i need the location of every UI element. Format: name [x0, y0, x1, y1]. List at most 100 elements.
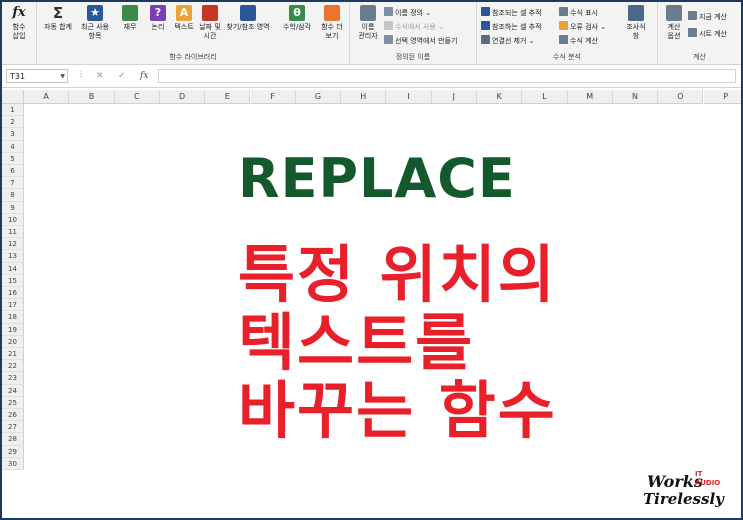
row-header-29[interactable]: 29: [2, 445, 24, 458]
financial-button[interactable]: 재무: [115, 5, 145, 32]
row-header-17[interactable]: 17: [2, 299, 24, 312]
column-header-g[interactable]: G: [295, 90, 342, 104]
row-header-16[interactable]: 16: [2, 287, 24, 300]
column-header-n[interactable]: N: [612, 90, 659, 104]
row-header-1[interactable]: 1: [2, 104, 24, 117]
formula-input[interactable]: [158, 69, 736, 83]
watch-window-button[interactable]: 조사식 창: [621, 5, 651, 41]
formulas-ribbon: fx 함수 삽입 Σ 자동 합계 ★ 최근 사용 항목 재무 ? 논리 A 텍스…: [2, 2, 741, 65]
column-header-b[interactable]: B: [69, 90, 115, 104]
row-header-5[interactable]: 5: [2, 152, 24, 165]
logo-tirelessly: Tirelessly: [643, 490, 724, 508]
insert-function-label-2: 삽입: [12, 32, 26, 40]
row-header-12[interactable]: 12: [2, 238, 24, 251]
row-header-10[interactable]: 10: [2, 213, 24, 226]
column-header-a[interactable]: A: [24, 90, 70, 104]
date-time-button[interactable]: 날짜 및 시간: [195, 5, 225, 41]
datetime-label: 날짜 및: [199, 23, 221, 31]
more-functions-icon: [324, 5, 340, 21]
row-header-18[interactable]: 18: [2, 311, 24, 324]
name-manager-label-2: 관리자: [358, 32, 378, 40]
text-a-icon: A: [176, 5, 192, 21]
lookup-reference-button[interactable]: 찾기/참조 영역: [223, 5, 273, 32]
name-manager-button[interactable]: 이름 관리자: [353, 5, 383, 41]
tag-icon: [384, 7, 393, 16]
row-header-22[interactable]: 22: [2, 360, 24, 373]
sigma-icon: Σ: [52, 4, 64, 22]
insert-function-button[interactable]: fx 함수 삽입: [4, 5, 34, 41]
row-header-8[interactable]: 8: [2, 189, 24, 202]
name-manager-label: 이름: [361, 23, 375, 31]
use-in-formula-button[interactable]: 수식에서 사용 ⌄: [384, 21, 444, 32]
column-header-j[interactable]: J: [431, 90, 477, 104]
financial-label: 재무: [123, 23, 137, 31]
calc-options-label: 계산: [667, 23, 681, 31]
row-header-3[interactable]: 3: [2, 128, 24, 141]
column-header-c[interactable]: C: [114, 90, 160, 104]
formula-bar-grip-icon[interactable]: ⋮: [77, 69, 85, 78]
column-header-m[interactable]: M: [567, 90, 613, 104]
row-header-26[interactable]: 26: [2, 409, 24, 422]
row-header-30[interactable]: 30: [2, 457, 24, 470]
insert-function-fx-button[interactable]: fx: [140, 69, 148, 83]
row-header-2[interactable]: 2: [2, 116, 24, 129]
show-formulas-button[interactable]: 수식 표시: [559, 7, 598, 18]
trace-precedents-button[interactable]: 참조되는 셀 추적: [481, 7, 542, 18]
remove-arrows-button[interactable]: 연결선 제거 ⌄: [481, 35, 535, 46]
fx-icon: fx: [12, 5, 26, 20]
row-header-13[interactable]: 13: [2, 250, 24, 263]
lookup-label: 찾기/참조 영역: [226, 23, 270, 31]
define-name-button[interactable]: 이름 정의 ⌄: [384, 7, 431, 18]
more-label: 함수 더: [321, 23, 343, 31]
autosum-button[interactable]: Σ 자동 합계: [41, 5, 75, 32]
row-header-27[interactable]: 27: [2, 421, 24, 434]
row-header-21[interactable]: 21: [2, 348, 24, 361]
row-header-20[interactable]: 20: [2, 335, 24, 348]
create-from-selection-button[interactable]: 선택 영역에서 만들기: [384, 35, 457, 46]
formula-auditing-group: 참조되는 셀 추적 참조하는 셀 추적 연결선 제거 ⌄ 수식 표시 오류 검사…: [477, 2, 658, 64]
evaluate-formula-button[interactable]: 수식 계산: [559, 35, 598, 46]
row-header-24[interactable]: 24: [2, 384, 24, 397]
defined-names-label: 정의된 이름: [395, 53, 431, 61]
lookup-magnifier-icon: [240, 5, 256, 21]
row-header-4[interactable]: 4: [2, 140, 24, 153]
column-header-k[interactable]: K: [477, 90, 523, 104]
row-header-15[interactable]: 15: [2, 274, 24, 287]
row-header-11[interactable]: 11: [2, 226, 24, 239]
trace-dependents-button[interactable]: 참조하는 셀 추적: [481, 21, 542, 32]
calculate-sheet-button[interactable]: 시트 계산: [688, 28, 727, 39]
select-all-corner[interactable]: [2, 90, 24, 104]
column-header-l[interactable]: L: [522, 90, 568, 104]
name-box[interactable]: T31 ▼: [6, 69, 68, 83]
row-header-19[interactable]: 19: [2, 323, 24, 336]
row-header-7[interactable]: 7: [2, 177, 24, 190]
formula-bar: T31 ▼ ⋮ ✕ ✓ fx: [2, 65, 741, 88]
enter-button[interactable]: ✓: [118, 69, 126, 83]
row-header-28[interactable]: 28: [2, 433, 24, 446]
row-header-6[interactable]: 6: [2, 165, 24, 178]
calculate-now-button[interactable]: 지금 계산: [688, 11, 727, 22]
row-header-25[interactable]: 25: [2, 396, 24, 409]
math-trig-button[interactable]: θ 수학/삼각: [277, 5, 317, 32]
financial-icon: [122, 5, 138, 21]
column-header-f[interactable]: F: [250, 90, 296, 104]
more-functions-button[interactable]: 함수 더 보기: [317, 5, 347, 41]
create-from-selection-label: 선택 영역에서 만들기: [395, 37, 458, 45]
column-header-d[interactable]: D: [159, 90, 206, 104]
column-header-h[interactable]: H: [341, 90, 387, 104]
error-checking-button[interactable]: 오류 검사 ⌄: [559, 21, 606, 32]
formula-auditing-label: 수식 분석: [553, 53, 581, 61]
column-header-i[interactable]: I: [386, 90, 432, 104]
row-header-9[interactable]: 9: [2, 201, 24, 214]
recently-used-button[interactable]: ★ 최근 사용 항목: [77, 5, 113, 41]
row-header-23[interactable]: 23: [2, 372, 24, 385]
column-header-o[interactable]: O: [658, 90, 704, 104]
insert-function-label: 함수: [12, 23, 26, 31]
show-formulas-icon: [559, 7, 568, 16]
cancel-button[interactable]: ✕: [96, 69, 104, 83]
name-box-dropdown-icon[interactable]: ▼: [60, 70, 65, 84]
column-header-e[interactable]: E: [205, 90, 251, 104]
row-header-14[interactable]: 14: [2, 262, 24, 275]
column-header-p[interactable]: P: [703, 90, 741, 104]
calculation-options-button[interactable]: 계산 옵션: [659, 5, 689, 41]
